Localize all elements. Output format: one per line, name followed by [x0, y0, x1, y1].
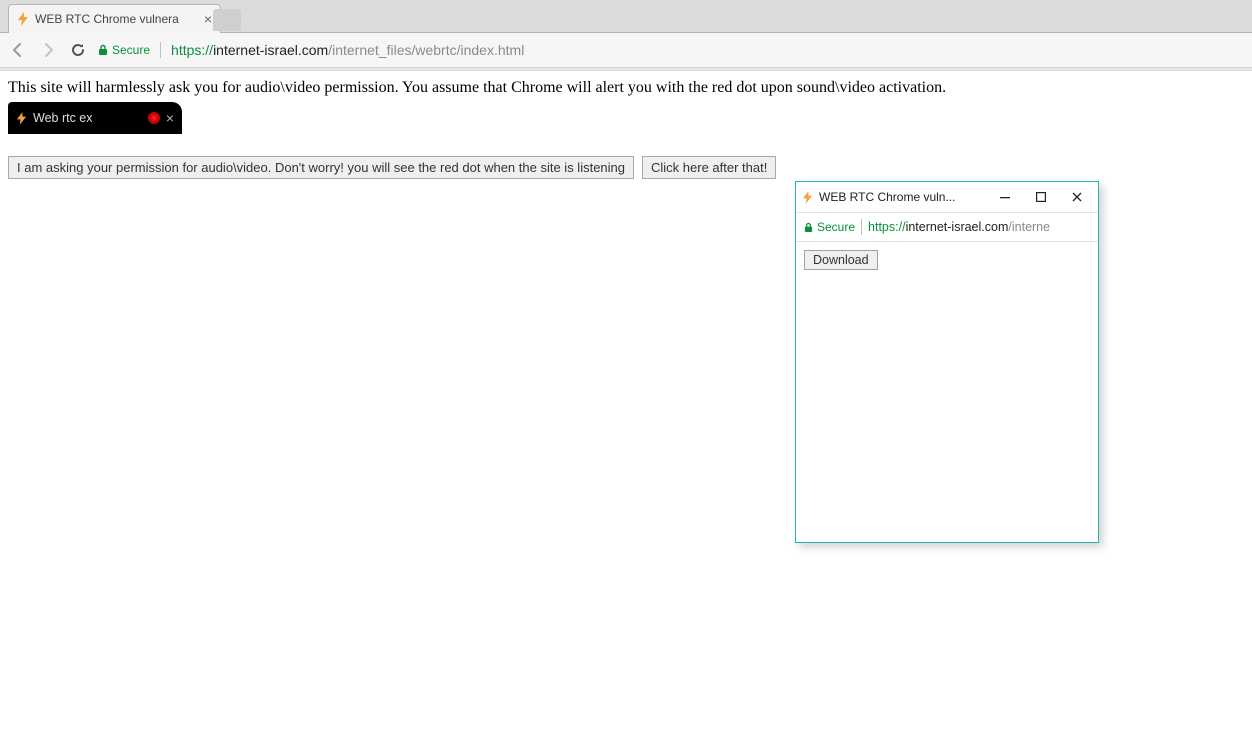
page-content: This site will harmlessly ask you for au…: [0, 71, 1252, 187]
url-scheme: https://: [171, 42, 213, 58]
url-domain: internet-israel.com: [906, 220, 1009, 234]
secure-indicator[interactable]: Secure: [98, 43, 150, 57]
minimize-button[interactable]: [990, 186, 1020, 208]
fake-tab-title: Web rtc ex: [33, 111, 142, 125]
url-display[interactable]: https://internet-israel.com/internet_fil…: [171, 42, 524, 58]
separator: [861, 219, 862, 235]
popup-title: WEB RTC Chrome vuln...: [819, 190, 984, 204]
bolt-icon: [17, 12, 29, 26]
maximize-button[interactable]: [1026, 186, 1056, 208]
tab-title: WEB RTC Chrome vulnera: [35, 12, 198, 26]
popup-secure-indicator[interactable]: Secure: [804, 220, 855, 234]
tab-close-icon[interactable]: ×: [204, 12, 212, 26]
fake-tab-close-icon: ×: [166, 111, 174, 125]
notice-text: This site will harmlessly ask you for au…: [8, 79, 1244, 97]
popup-window: WEB RTC Chrome vuln... Secure https://in…: [795, 181, 1099, 543]
browser-tab[interactable]: WEB RTC Chrome vulnera ×: [8, 4, 221, 33]
download-button[interactable]: Download: [804, 250, 878, 270]
fake-recording-tab: Web rtc ex ×: [8, 102, 182, 134]
url-rest: /interne: [1008, 220, 1050, 234]
popup-secure-label: Secure: [817, 220, 855, 234]
tab-strip: WEB RTC Chrome vulnera ×: [0, 0, 1252, 33]
popup-address-bar: Secure https://internet-israel.com/inter…: [796, 212, 1098, 242]
lock-icon: [804, 222, 813, 233]
url-path: /internet_files/webrtc/index.html: [328, 42, 524, 58]
popup-titlebar[interactable]: WEB RTC Chrome vuln...: [796, 182, 1098, 212]
separator: [160, 42, 161, 58]
popup-url-display[interactable]: https://internet-israel.com/interne: [868, 220, 1050, 234]
bolt-icon: [16, 112, 27, 125]
forward-button[interactable]: [38, 40, 58, 60]
reload-button[interactable]: [68, 40, 88, 60]
bolt-icon: [802, 191, 813, 204]
url-domain: internet-israel.com: [213, 42, 328, 58]
record-icon: [148, 112, 160, 124]
secure-label: Secure: [112, 43, 150, 57]
back-button[interactable]: [8, 40, 28, 60]
lock-icon: [98, 44, 108, 56]
url-scheme: https://: [868, 220, 906, 234]
popup-body: Download: [796, 242, 1098, 542]
new-tab-button[interactable]: [213, 9, 241, 31]
address-bar: Secure https://internet-israel.com/inter…: [0, 33, 1252, 68]
close-button[interactable]: [1062, 186, 1092, 208]
after-button[interactable]: Click here after that!: [642, 156, 776, 179]
permission-button[interactable]: I am asking your permission for audio\vi…: [8, 156, 634, 179]
button-row: I am asking your permission for audio\vi…: [8, 156, 1244, 179]
